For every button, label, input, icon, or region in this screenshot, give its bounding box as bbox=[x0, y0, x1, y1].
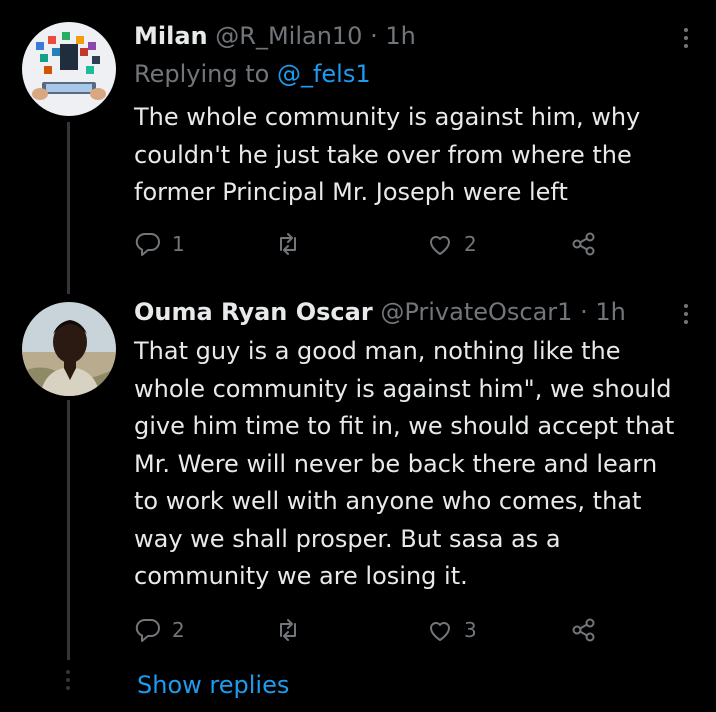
share-button[interactable] bbox=[570, 230, 598, 258]
share-button[interactable] bbox=[570, 616, 598, 644]
share-icon bbox=[572, 618, 595, 642]
replying-handle-link[interactable]: @_fels1 bbox=[277, 60, 371, 88]
more-options-icon[interactable] bbox=[682, 28, 690, 48]
avatar[interactable] bbox=[22, 302, 116, 396]
heart-icon bbox=[430, 622, 450, 641]
like-count: 2 bbox=[464, 232, 477, 256]
tweet-text: That guy is a good man, nothing like the… bbox=[134, 337, 675, 590]
timestamp[interactable]: 1h bbox=[595, 298, 625, 326]
avatar[interactable] bbox=[22, 22, 116, 116]
thread-dots bbox=[66, 670, 70, 690]
replying-prefix: Replying to bbox=[134, 60, 270, 88]
user-handle[interactable]: @R_Milan10 bbox=[215, 22, 362, 50]
reply-count: 2 bbox=[172, 618, 185, 642]
heart-icon bbox=[430, 236, 450, 255]
like-button[interactable]: 2 bbox=[426, 230, 477, 258]
retweet-button[interactable] bbox=[274, 230, 312, 258]
display-name[interactable]: Ouma Ryan Oscar bbox=[134, 298, 373, 326]
like-count: 3 bbox=[464, 618, 477, 642]
display-name[interactable]: Milan bbox=[134, 22, 208, 50]
reply-icon bbox=[135, 232, 160, 256]
reply-count: 1 bbox=[172, 232, 185, 256]
tweet-actions: 1 2 bbox=[134, 230, 614, 260]
reply-button[interactable]: 1 bbox=[134, 230, 185, 258]
tweet-text: The whole community is against him, why … bbox=[134, 103, 641, 206]
share-icon bbox=[572, 232, 595, 256]
replying-to: Replying to @_fels1 bbox=[134, 58, 371, 90]
reply-button[interactable]: 2 bbox=[134, 616, 185, 644]
tweet-header: Milan @R_Milan10 · 1h bbox=[134, 20, 416, 52]
user-handle[interactable]: @PrivateOscar1 bbox=[380, 298, 572, 326]
retweet-button[interactable] bbox=[274, 616, 312, 644]
reply-icon bbox=[135, 618, 160, 642]
thread-line bbox=[67, 400, 70, 660]
timestamp[interactable]: 1h bbox=[385, 22, 415, 50]
show-replies-link[interactable]: Show replies bbox=[137, 668, 289, 702]
separator: · bbox=[370, 22, 378, 50]
tweet-actions: 2 3 bbox=[134, 616, 614, 646]
separator: · bbox=[580, 298, 588, 326]
like-button[interactable]: 3 bbox=[426, 616, 477, 644]
retweet-icon bbox=[280, 233, 296, 255]
tweet-header: Ouma Ryan Oscar @PrivateOscar1 · 1h bbox=[134, 296, 626, 328]
retweet-icon bbox=[280, 619, 296, 641]
more-options-icon[interactable] bbox=[682, 304, 690, 324]
thread-line bbox=[67, 122, 70, 294]
